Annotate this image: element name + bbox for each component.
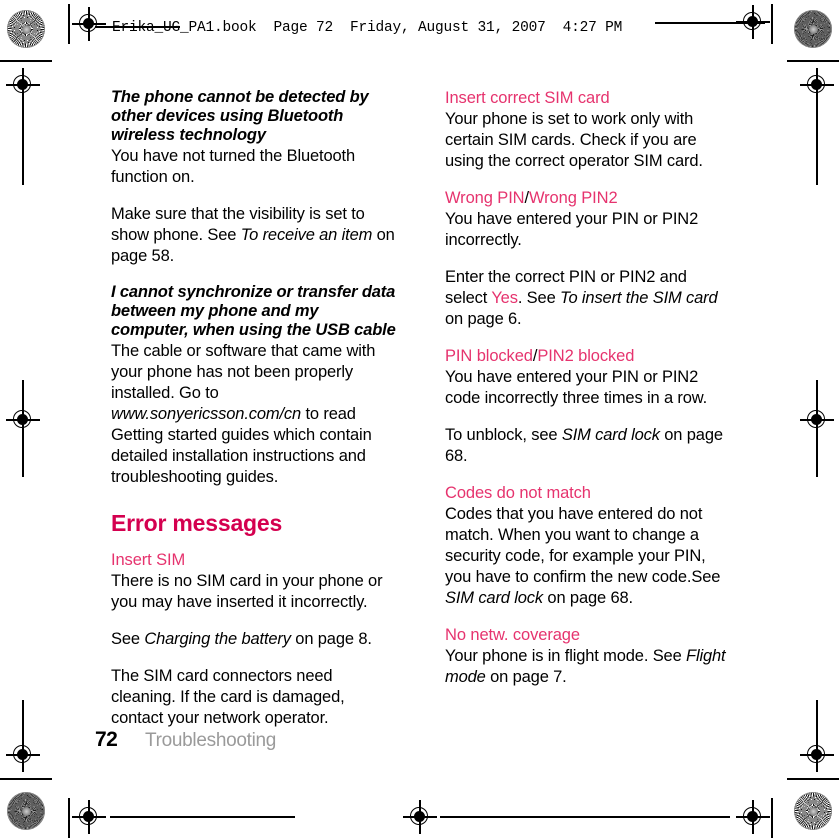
registration-mark-left-mid <box>6 403 40 437</box>
paragraph-to-unblock: To unblock, see SIM card lock on page 68… <box>445 425 733 467</box>
error-term-part-1: PIN blocked <box>445 347 533 365</box>
trim-rule-left-mid-vertical-bottom <box>22 437 24 477</box>
error-term-codes-do-not-match: Codes do not match <box>445 483 733 503</box>
left-text-column: The phone cannot be detected by other de… <box>111 88 399 745</box>
paragraph-insert-correct-sim-card: Your phone is set to work only with cert… <box>445 110 703 170</box>
registration-mark-left-upper <box>6 68 40 102</box>
paragraph-lead: The cable or software that came with you… <box>111 342 376 402</box>
registration-mark-bottom-left <box>72 800 106 834</box>
error-term-part-2: Wrong PIN2 <box>528 189 618 207</box>
trim-rule-bottom-center-horizontal <box>440 816 730 818</box>
paragraph-pin-blocked: You have entered your PIN or PIN2 code i… <box>445 368 708 407</box>
paragraph-tail: on page 8. <box>290 630 372 648</box>
paragraph-bluetooth-not-turned-on: You have not turned the Bluetooth functi… <box>111 147 355 186</box>
subheading-bluetooth-not-detected: The phone cannot be detected by other de… <box>111 88 369 144</box>
error-term-part-2: PIN2 blocked <box>537 347 635 365</box>
registration-mark-left-lower <box>6 738 40 772</box>
paragraph-tail: on page 68. <box>543 589 633 607</box>
header-rule-top-right <box>655 22 765 24</box>
error-term-no-netw-coverage: No netw. coverage <box>445 625 733 645</box>
error-term-part-1: No netw. coverage <box>445 626 580 644</box>
cross-reference-sim-card-lock: SIM card lock <box>561 426 660 444</box>
header-file-slug: Erika_UG_PA1.book Page 72 Friday, August… <box>112 20 623 36</box>
cross-reference-insert-sim-card: To insert the SIM card <box>560 289 718 307</box>
error-term-part-1: Insert correct SIM card <box>445 89 610 107</box>
paragraph-charging-battery-ref: See Charging the battery on page 8. <box>111 629 399 650</box>
trim-rule-right-mid-vertical-top <box>816 380 818 420</box>
paragraph-mid: . See <box>517 289 561 307</box>
paragraph-lead: Codes that you have entered do not match… <box>445 505 706 586</box>
paragraph-lead: Your phone is in flight mode. See <box>445 647 687 665</box>
registration-mark-right-lower <box>800 738 834 772</box>
trim-rule-left-lower-vertical <box>22 700 24 740</box>
registration-mark-top-left <box>72 7 106 41</box>
trim-rule-right-lower <box>787 778 839 780</box>
trim-rule-right-lower-vertical <box>816 700 818 740</box>
section-heading-error-messages: Error messages <box>111 510 283 536</box>
paragraph-sim-connectors-cleaning: The SIM card connectors need cleaning. I… <box>111 667 345 727</box>
trim-rule-right-upper <box>787 60 839 62</box>
trim-rule-left-upper <box>0 60 52 62</box>
trim-rule-left-upper-vertical <box>22 85 24 185</box>
registration-mark-bottom-center <box>403 800 437 834</box>
cross-reference-sim-card-lock: SIM card lock <box>445 589 543 607</box>
cross-reference-charging-battery: Charging the battery <box>144 630 291 648</box>
rosette-target-bottom-left <box>7 792 45 830</box>
error-term-insert-sim: Insert SIM <box>111 551 186 569</box>
footer-chapter-name: Troubleshooting <box>145 730 277 751</box>
paragraph-no-netw-coverage: Your phone is in flight mode. See Flight… <box>445 646 733 688</box>
paragraph-lead: See <box>111 630 145 648</box>
trim-rule-bottom-left-vertical <box>68 798 70 838</box>
trim-rule-left-lower <box>0 778 52 780</box>
registration-mark-bottom-right <box>736 800 770 834</box>
trim-rule-bottom-right-vertical <box>771 798 773 838</box>
paragraph-insert-sim: There is no SIM card in your phone or yo… <box>111 572 383 611</box>
printed-page: Erika_UG_PA1.book Page 72 Friday, August… <box>0 0 839 840</box>
paragraph-wrong-pin: You have entered your PIN or PIN2 incorr… <box>445 210 699 249</box>
link-sonyericsson-url: www.sonyericsson.com/cn <box>111 405 302 423</box>
error-term-part-1: Wrong PIN <box>445 189 525 207</box>
trim-rule-top-left-vertical <box>68 4 70 44</box>
error-term-part-1: Codes do not match <box>445 484 591 502</box>
registration-mark-top-right <box>736 5 770 39</box>
footer-page-number: 72 <box>95 728 118 751</box>
error-term-insert-correct-sim-card: Insert correct SIM card <box>445 88 733 108</box>
paragraph-visibility-show-phone: Make sure that the visibility is set to … <box>111 204 399 267</box>
trim-rule-left-mid-vertical-top <box>22 380 24 420</box>
error-term-pin-blocked: PIN blocked/PIN2 blocked <box>445 346 733 366</box>
rosette-target-bottom-right <box>794 792 832 830</box>
paragraph-enter-correct-pin: Enter the correct PIN or PIN2 and select… <box>445 267 733 330</box>
right-text-column: Insert correct SIM card Your phone is se… <box>445 88 733 704</box>
registration-mark-right-upper <box>800 68 834 102</box>
paragraph-codes-do-not-match: Codes that you have entered do not match… <box>445 504 733 609</box>
rosette-target-top-right <box>794 10 832 48</box>
trim-rule-bottom-left-horizontal <box>110 816 295 818</box>
paragraph-usb-cable-software: The cable or software that came with you… <box>111 341 399 488</box>
subheading-cannot-sync-usb: I cannot synchronize or transfer data be… <box>111 283 396 339</box>
trim-rule-top-right-vertical <box>771 4 773 44</box>
paragraph-see-lead: See <box>691 568 721 586</box>
menu-option-yes: Yes <box>491 289 518 307</box>
paragraph-lead: To unblock, see <box>445 426 562 444</box>
error-term-wrong-pin: Wrong PIN/Wrong PIN2 <box>445 188 733 208</box>
trim-rule-right-mid-vertical-bottom <box>816 437 818 477</box>
page-footer: 72 Troubleshooting <box>95 728 276 752</box>
trim-rule-right-upper-vertical <box>816 85 818 185</box>
registration-mark-right-mid <box>800 403 834 437</box>
paragraph-tail: on page 6. <box>445 310 522 328</box>
rosette-target-top-left <box>7 10 45 48</box>
cross-reference-receive-item: To receive an item <box>240 226 373 244</box>
paragraph-tail: on page 7. <box>485 668 567 686</box>
